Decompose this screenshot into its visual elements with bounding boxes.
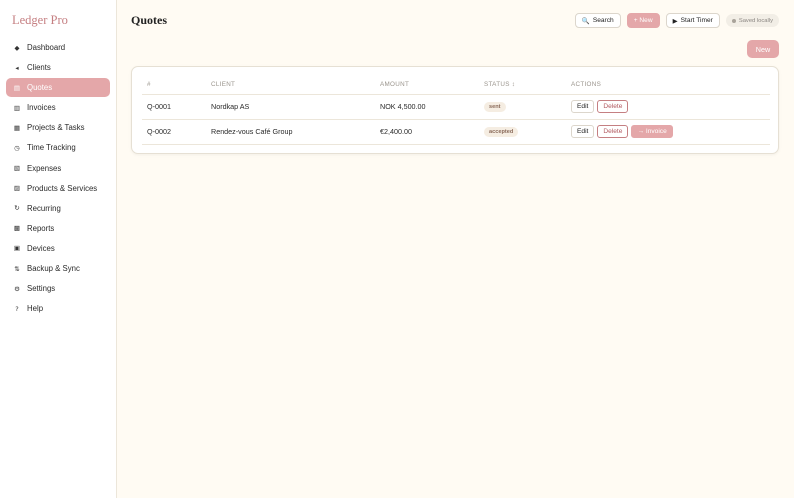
quote-amount: €2,400.00 xyxy=(375,119,479,145)
quick-new-button[interactable]: + New xyxy=(626,13,660,28)
box-icon: ▨ xyxy=(13,184,21,193)
sidebar: Ledger Pro ◆ Dashboard ◂ Clients ▤ Quotes ▥… xyxy=(0,0,117,498)
start-timer-label: Start Timer xyxy=(680,17,713,24)
brand-logo: Ledger Pro xyxy=(12,13,68,27)
top-toolbar: 🔍 Search + New ▶ Start Timer Saved locally xyxy=(574,13,779,28)
status-cell: sent xyxy=(479,94,566,120)
gear-icon: ⚙ xyxy=(14,284,20,293)
status-dot-icon xyxy=(731,18,736,23)
sidebar-item-quotes[interactable]: ▤ Quotes xyxy=(6,78,110,98)
help-icon: ? xyxy=(15,304,19,313)
play-icon: ▶ xyxy=(672,16,678,25)
status-cell: accepted xyxy=(479,119,566,145)
main-content: Quotes 🔍 Search + New ▶ Start Timer Saved … xyxy=(117,0,794,498)
table-row: Q-0001 Nordkap AS NOK 4,500.00 sent Edit… xyxy=(142,94,770,120)
diamond-icon: ◆ xyxy=(14,43,20,52)
quote-amount: NOK 4,500.00 xyxy=(375,94,479,120)
actions-cell: Edit Delete → Invoice xyxy=(566,119,770,145)
sidebar-item-label: Quotes xyxy=(27,83,53,93)
column-header-number: # xyxy=(142,75,206,95)
device-icon: ▣ xyxy=(13,244,21,253)
search-button[interactable]: 🔍 Search xyxy=(574,13,621,28)
sidebar-item-devices[interactable]: ▣ Devices xyxy=(6,239,110,258)
actions-cell: Edit Delete xyxy=(566,94,770,120)
status-badge: accepted xyxy=(484,127,519,137)
invoice-icon: ▥ xyxy=(13,103,21,112)
sidebar-item-label: Reports xyxy=(27,223,55,233)
sidebar-item-label: Products & Services xyxy=(27,183,98,193)
sidebar-item-settings[interactable]: ⚙ Settings xyxy=(6,279,110,298)
clock-icon: ◷ xyxy=(14,143,20,152)
column-header-client: CLIENT xyxy=(206,75,375,95)
sync-icon: ⇅ xyxy=(14,264,20,273)
search-button-label: Search xyxy=(592,17,614,24)
users-icon: ◂ xyxy=(15,63,19,72)
saved-status-label: Saved locally xyxy=(738,17,773,24)
sidebar-item-label: Settings xyxy=(27,284,56,294)
edit-button[interactable]: Edit xyxy=(571,125,595,138)
sidebar-item-invoices[interactable]: ▥ Invoices xyxy=(6,98,110,117)
receipt-icon: ▧ xyxy=(13,164,21,173)
sidebar-item-backup-sync[interactable]: ⇅ Backup & Sync xyxy=(6,259,110,278)
column-header-actions: ACTIONS xyxy=(566,75,770,95)
sidebar-item-label: Devices xyxy=(27,243,55,253)
delete-button[interactable]: Delete xyxy=(597,100,629,113)
quotes-table: # CLIENT AMOUNT STATUS ↕ ACTIONS Q-0001 … xyxy=(142,75,770,145)
document-icon: ▤ xyxy=(13,83,21,92)
projects-icon: ▦ xyxy=(13,123,21,132)
sidebar-item-expenses[interactable]: ▧ Expenses xyxy=(6,159,110,178)
sidebar-item-recurring[interactable]: ↻ Recurring xyxy=(6,199,110,218)
page-title: Quotes xyxy=(131,13,167,27)
quote-number: Q-0002 xyxy=(142,119,206,145)
sidebar-item-products-services[interactable]: ▨ Products & Services xyxy=(6,179,110,198)
search-icon: 🔍 xyxy=(581,16,590,25)
sidebar-item-label: Dashboard xyxy=(27,43,66,52)
column-header-status[interactable]: STATUS ↕ xyxy=(479,75,566,95)
new-quote-button[interactable]: New xyxy=(747,40,779,58)
sidebar-item-label: Help xyxy=(27,304,44,314)
sidebar-item-label: Invoices xyxy=(27,103,56,113)
sidebar-item-dashboard[interactable]: ◆ Dashboard xyxy=(6,38,110,57)
chart-icon: ▩ xyxy=(13,224,21,233)
sidebar-item-time-tracking[interactable]: ◷ Time Tracking xyxy=(6,138,110,157)
client-name: Nordkap AS xyxy=(206,94,375,120)
client-name: Rendez-vous Café Group xyxy=(206,119,375,145)
sidebar-item-label: Time Tracking xyxy=(27,143,76,153)
repeat-icon: ↻ xyxy=(14,204,20,213)
table-header-row: # CLIENT AMOUNT STATUS ↕ ACTIONS xyxy=(142,75,770,95)
sidebar-nav: ◆ Dashboard ◂ Clients ▤ Quotes ▥ Invoices ▦ P… xyxy=(6,38,110,319)
edit-button[interactable]: Edit xyxy=(571,100,595,113)
sidebar-item-label: Recurring xyxy=(27,203,61,213)
sidebar-item-projects-tasks[interactable]: ▦ Projects & Tasks xyxy=(6,118,110,137)
quotes-card: # CLIENT AMOUNT STATUS ↕ ACTIONS Q-0001 … xyxy=(131,66,779,154)
delete-button[interactable]: Delete xyxy=(597,125,629,138)
quote-number: Q-0001 xyxy=(142,94,206,120)
table-row: Q-0002 Rendez-vous Café Group €2,400.00 … xyxy=(142,119,770,145)
column-header-amount: AMOUNT xyxy=(375,75,479,95)
sidebar-item-label: Clients xyxy=(27,63,51,73)
sidebar-item-label: Backup & Sync xyxy=(27,264,80,274)
status-badge: sent xyxy=(484,102,506,112)
sidebar-item-help[interactable]: ? Help xyxy=(6,299,110,318)
sidebar-item-label: Expenses xyxy=(27,163,62,173)
convert-to-invoice-button[interactable]: → Invoice xyxy=(631,125,673,138)
sidebar-item-clients[interactable]: ◂ Clients xyxy=(6,58,110,77)
sidebar-item-reports[interactable]: ▩ Reports xyxy=(6,219,110,238)
sidebar-item-label: Projects & Tasks xyxy=(27,123,85,133)
start-timer-button[interactable]: ▶ Start Timer xyxy=(665,13,720,28)
saved-status-badge: Saved locally xyxy=(725,14,779,27)
